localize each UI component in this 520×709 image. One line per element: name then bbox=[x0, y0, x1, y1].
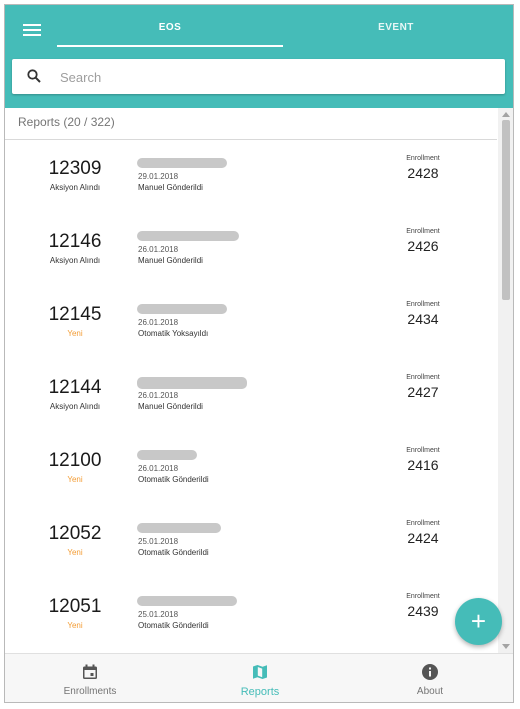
calendar-icon bbox=[83, 664, 97, 679]
search-bar bbox=[12, 59, 505, 94]
report-row[interactable]: 12144 Aksiyon Alındı 26.01.2018 Manuel G… bbox=[5, 360, 497, 433]
nav-label-enrollments: Enrollments bbox=[63, 686, 117, 697]
report-date: 26.01.2018 bbox=[138, 245, 179, 254]
bottom-navigation: Enrollments Reports About bbox=[5, 653, 513, 702]
nav-item-reports[interactable]: Reports bbox=[175, 654, 345, 702]
report-date: 26.01.2018 bbox=[138, 391, 179, 400]
info-icon bbox=[422, 664, 438, 680]
report-status: Aksiyon Alındı bbox=[49, 256, 101, 265]
redacted-title bbox=[137, 377, 247, 389]
enrollment-value: 2427 bbox=[407, 384, 439, 400]
report-method: Manuel Gönderildi bbox=[138, 256, 203, 265]
enrollment-value: 2424 bbox=[407, 530, 439, 546]
reports-list: 12309 Aksiyon Alındı 29.01.2018 Manuel G… bbox=[5, 141, 497, 653]
enrollment-label: Enrollment bbox=[406, 155, 440, 162]
redacted-title bbox=[137, 450, 197, 460]
report-method: Otomatik Gönderildi bbox=[138, 548, 209, 557]
report-row[interactable]: 12146 Aksiyon Alındı 26.01.2018 Manuel G… bbox=[5, 214, 497, 287]
report-date: 29.01.2018 bbox=[138, 172, 179, 181]
report-number: 12051 bbox=[48, 596, 102, 617]
app-frame: EOS EVENT Reports (20 / 322) 12309 Aksiy… bbox=[4, 4, 514, 703]
report-date: 25.01.2018 bbox=[138, 537, 179, 546]
report-method: Manuel Gönderildi bbox=[138, 183, 203, 192]
report-date: 26.01.2018 bbox=[138, 318, 179, 327]
report-number: 12052 bbox=[48, 523, 102, 544]
report-row[interactable]: 12052 Yeni 25.01.2018 Otomatik Gönderild… bbox=[5, 506, 497, 579]
report-number: 12309 bbox=[48, 158, 102, 179]
tab-indicator bbox=[57, 45, 283, 47]
enrollment-value: 2439 bbox=[407, 603, 439, 619]
redacted-title bbox=[137, 596, 237, 606]
report-date: 25.01.2018 bbox=[138, 610, 179, 619]
report-number: 12100 bbox=[48, 450, 102, 471]
report-date: 26.01.2018 bbox=[138, 464, 179, 473]
plus-icon: + bbox=[470, 606, 487, 636]
enrollment-value: 2416 bbox=[407, 457, 439, 473]
scroll-thumb[interactable] bbox=[502, 120, 510, 300]
enrollment-value: 2434 bbox=[407, 311, 439, 327]
scroll-up-arrow-icon[interactable] bbox=[502, 112, 510, 117]
tab-event[interactable]: EVENT bbox=[283, 5, 509, 49]
enrollment-value: 2428 bbox=[407, 165, 439, 181]
report-status: Aksiyon Alındı bbox=[49, 402, 101, 411]
report-method: Otomatik Gönderildi bbox=[138, 475, 209, 484]
report-status: Yeni bbox=[67, 329, 83, 338]
report-method: Manuel Gönderildi bbox=[138, 402, 203, 411]
report-status: Aksiyon Alındı bbox=[49, 183, 101, 192]
add-report-button[interactable]: + bbox=[455, 598, 502, 645]
redacted-title bbox=[137, 231, 239, 241]
top-app-bar: EOS EVENT bbox=[5, 5, 513, 108]
enrollment-label: Enrollment bbox=[406, 593, 440, 600]
report-number: 12146 bbox=[48, 231, 102, 252]
enrollment-label: Enrollment bbox=[406, 228, 440, 235]
report-status: Yeni bbox=[67, 621, 83, 630]
scroll-down-arrow-icon[interactable] bbox=[502, 644, 510, 649]
redacted-title bbox=[137, 523, 221, 533]
report-row[interactable]: 12309 Aksiyon Alındı 29.01.2018 Manuel G… bbox=[5, 141, 497, 214]
menu-icon[interactable] bbox=[23, 22, 45, 38]
enrollment-label: Enrollment bbox=[406, 374, 440, 381]
map-icon bbox=[253, 665, 267, 679]
report-row[interactable]: 12051 Yeni 25.01.2018 Otomatik Gönderild… bbox=[5, 579, 497, 652]
report-row[interactable]: 12100 Yeni 26.01.2018 Otomatik Gönderild… bbox=[5, 433, 497, 506]
report-status: Yeni bbox=[67, 475, 83, 484]
report-number: 12145 bbox=[48, 304, 102, 325]
enrollment-value: 2426 bbox=[407, 238, 439, 254]
search-icon bbox=[27, 69, 41, 83]
reports-count-header: Reports (20 / 322) bbox=[5, 108, 497, 140]
report-row[interactable]: 12145 Yeni 26.01.2018 Otomatik Yoksayıld… bbox=[5, 287, 497, 360]
nav-item-about[interactable]: About bbox=[345, 654, 513, 702]
nav-item-enrollments[interactable]: Enrollments bbox=[5, 654, 175, 702]
search-input[interactable] bbox=[58, 65, 482, 89]
list-scrollbar[interactable] bbox=[498, 108, 513, 653]
tab-eos[interactable]: EOS bbox=[57, 5, 283, 49]
redacted-title bbox=[137, 158, 227, 168]
redacted-title bbox=[137, 304, 227, 314]
report-method: Otomatik Gönderildi bbox=[138, 621, 209, 630]
report-status: Yeni bbox=[67, 548, 83, 557]
enrollment-label: Enrollment bbox=[406, 520, 440, 527]
report-number: 12144 bbox=[48, 377, 102, 398]
enrollment-label: Enrollment bbox=[406, 447, 440, 454]
nav-label-about: About bbox=[416, 686, 444, 697]
nav-label-reports: Reports bbox=[240, 686, 280, 698]
report-method: Otomatik Yoksayıldı bbox=[138, 329, 209, 338]
enrollment-label: Enrollment bbox=[406, 301, 440, 308]
